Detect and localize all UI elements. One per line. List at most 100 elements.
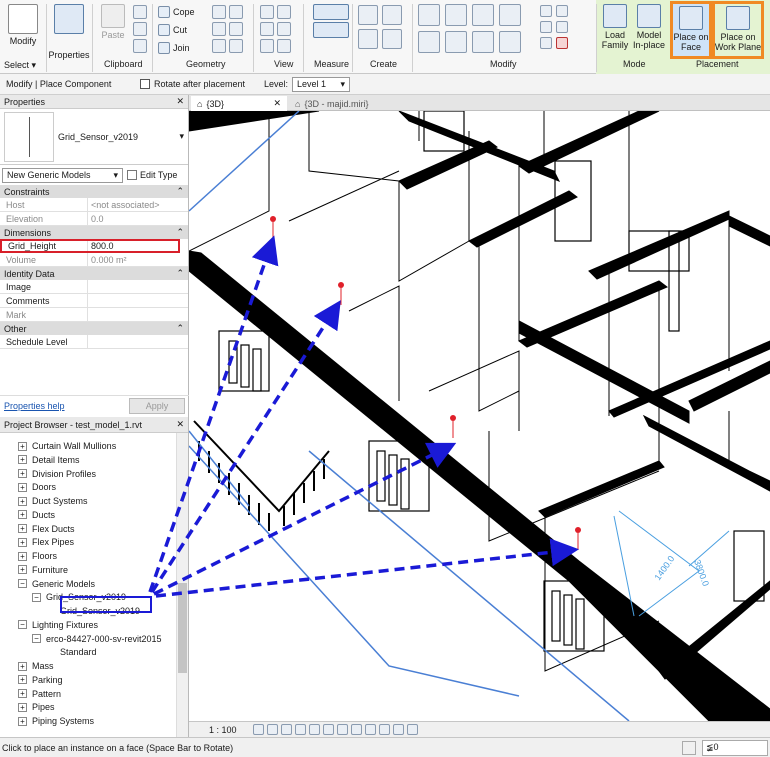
select-filter-icon[interactable] (682, 740, 696, 755)
type-preview[interactable]: Grid_Sensor_v2019 ▾ (0, 109, 188, 165)
browser-tree-item[interactable]: + Division Profiles (18, 467, 96, 481)
split-icon[interactable] (540, 5, 552, 17)
browser-tree-item[interactable]: + Flex Ducts (18, 522, 75, 536)
collapse-toggle-icon[interactable]: − (18, 579, 27, 588)
paint-icon[interactable] (229, 5, 243, 19)
cope-button[interactable]: Cope (158, 5, 195, 19)
offset-icon[interactable] (445, 4, 467, 26)
section-identity[interactable]: Identity Data ⌃ (0, 267, 188, 280)
expand-toggle-icon[interactable]: + (18, 675, 27, 685)
prop-row-mark[interactable]: Mark (0, 308, 188, 322)
visibility-icon[interactable] (277, 22, 291, 36)
sensor-marker[interactable] (450, 415, 456, 438)
wall-joins-icon[interactable] (212, 22, 226, 36)
browser-tree-item[interactable]: + Curtain Wall Mullions (18, 439, 116, 453)
rotate-icon[interactable] (472, 31, 494, 53)
collapse-toggle-icon[interactable]: − (32, 634, 41, 643)
pin-icon[interactable] (556, 5, 568, 17)
measure-button[interactable] (310, 4, 352, 40)
visual-style-icon[interactable] (267, 724, 278, 735)
create-parts-icon[interactable] (382, 5, 402, 25)
view-scale[interactable]: 1 : 100 (209, 725, 237, 735)
browser-tree-item[interactable]: + Parking (18, 673, 63, 687)
browser-tree-item[interactable]: + Floors (18, 549, 57, 563)
shadows-icon[interactable] (295, 724, 306, 735)
type-selector-dropdown[interactable]: New Generic Models ▾ (2, 167, 123, 183)
override-icon[interactable] (277, 5, 291, 19)
browser-tree-item[interactable]: + Ducts (18, 508, 55, 522)
split-face-icon[interactable] (212, 5, 226, 19)
prop-row-grid-height[interactable]: Grid_Height 800.0 (0, 239, 180, 253)
browser-tree-item[interactable]: + Pipes (18, 700, 55, 714)
place-on-work-plane-button[interactable]: Place on Work Plane (712, 1, 764, 59)
align-icon[interactable] (418, 4, 440, 26)
expand-toggle-icon[interactable]: + (18, 537, 27, 547)
tab-3d[interactable]: ⌂ {3D} ✕ (191, 96, 287, 111)
section-dimensions[interactable]: Dimensions ⌃ (0, 226, 188, 239)
create-similar-icon[interactable] (382, 29, 402, 49)
prop-row-comments[interactable]: Comments (0, 294, 188, 308)
dimension-label-b[interactable]: 3800.0 (692, 558, 711, 587)
join-button[interactable]: Join (158, 41, 190, 55)
model-inplace-button[interactable]: Model In-place (632, 4, 666, 50)
filter-count[interactable]: ≨0 (702, 739, 768, 756)
hide-icon[interactable] (260, 5, 274, 19)
lock-view-icon[interactable] (351, 724, 362, 735)
browser-tree-item[interactable]: + Furniture (18, 563, 68, 577)
browser-tree-item[interactable]: − Generic Models (18, 577, 95, 591)
expand-toggle-icon[interactable]: + (18, 441, 27, 451)
sensor-marker[interactable] (575, 527, 581, 550)
expand-toggle-icon[interactable]: + (18, 496, 27, 506)
sensor-marker[interactable] (270, 216, 276, 239)
browser-tree-item[interactable]: + Doors (18, 480, 56, 494)
sun-path-icon[interactable] (281, 724, 292, 735)
demolish-icon[interactable] (212, 39, 226, 53)
browser-tree-item[interactable]: − Lighting Fixtures (18, 618, 98, 632)
load-family-button[interactable]: Load Family (600, 4, 630, 50)
create-group-icon[interactable] (358, 29, 378, 49)
scrollbar-thumb[interactable] (178, 583, 187, 673)
level-dropdown[interactable]: Level 1 ▾ (292, 76, 351, 92)
expand-toggle-icon[interactable]: + (18, 661, 27, 671)
browser-tree-item[interactable]: + Detail Items (18, 453, 80, 467)
dimension-label-a[interactable]: 1400.0 (652, 554, 676, 582)
expand-toggle-icon[interactable]: + (18, 702, 27, 712)
match-type-icon[interactable] (133, 39, 147, 53)
browser-tree-item[interactable]: + Duct Systems (18, 494, 88, 508)
expand-toggle-icon[interactable]: + (18, 482, 27, 492)
array-icon[interactable] (540, 21, 552, 33)
expand-toggle-icon[interactable]: + (18, 716, 27, 726)
copy-icon[interactable] (133, 22, 147, 36)
trim-icon[interactable] (499, 31, 521, 53)
scale-icon[interactable] (540, 37, 552, 49)
place-on-face-button[interactable]: Place on Face (670, 1, 712, 59)
hammer-icon[interactable] (229, 39, 243, 53)
rotate-checkbox[interactable] (140, 79, 150, 89)
temp-hide-icon[interactable] (365, 724, 376, 735)
cut-scissors-icon[interactable] (133, 5, 147, 19)
section-other[interactable]: Other ⌃ (0, 322, 188, 335)
reveal-hidden-icon[interactable] (379, 724, 390, 735)
cut-button[interactable]: Cut (158, 23, 187, 37)
create-assembly-icon[interactable] (358, 5, 378, 25)
delete-icon[interactable] (556, 37, 568, 49)
worksharing-icon[interactable] (393, 724, 404, 735)
apply-button[interactable]: Apply (129, 397, 185, 414)
browser-tree-item[interactable]: − erco-84427-000-sv-revit2015 (32, 632, 162, 646)
prop-row-schedule-level[interactable]: Schedule Level (0, 335, 188, 349)
section-constraints[interactable]: Constraints ⌃ (0, 185, 188, 198)
collapse-toggle-icon[interactable]: − (18, 620, 27, 630)
edit-type-button[interactable]: Edit Type (127, 170, 177, 180)
prop-row-image[interactable]: Image (0, 280, 188, 294)
analytical-model-icon[interactable] (407, 724, 418, 735)
crop-icon[interactable] (323, 724, 334, 735)
expand-toggle-icon[interactable]: + (18, 551, 27, 561)
browser-tree-item[interactable]: + Mass (18, 659, 54, 673)
properties-help-link[interactable]: Properties help (4, 401, 65, 411)
view-misc-icon[interactable] (277, 39, 291, 53)
expand-toggle-icon[interactable]: + (18, 510, 27, 520)
render-icon[interactable] (309, 724, 320, 735)
move-icon[interactable] (418, 31, 440, 53)
browser-tree-item[interactable]: Grid_Sensor_v2019 (46, 604, 140, 618)
browser-scrollbar[interactable] (176, 433, 188, 737)
